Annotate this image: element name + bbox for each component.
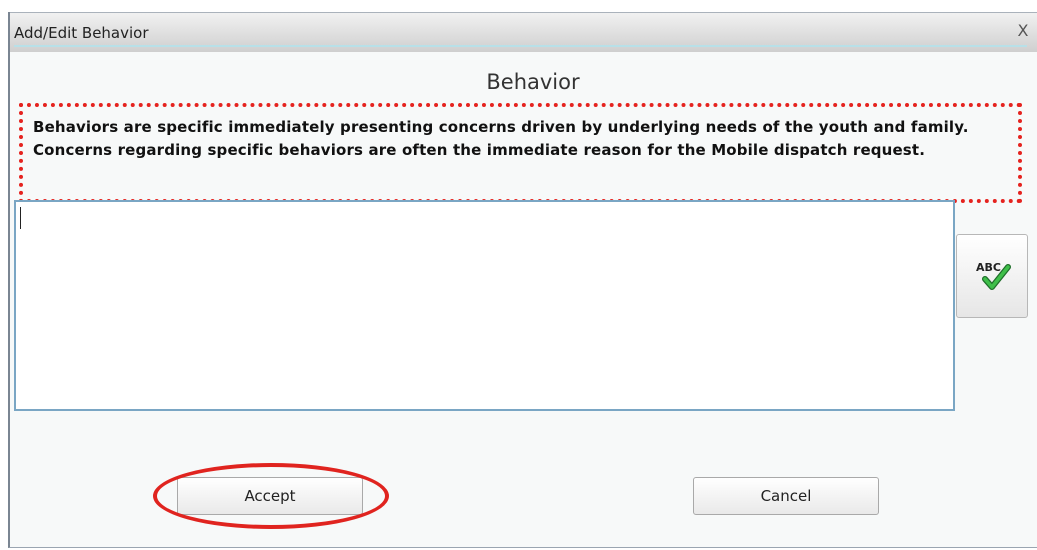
header-accent-line <box>14 45 1027 47</box>
spellcheck-button[interactable]: ABC <box>956 234 1028 318</box>
spellcheck-icon-text: ABC <box>976 261 1001 274</box>
text-caret <box>20 207 21 229</box>
accept-annotation-ellipse <box>153 463 389 529</box>
behavior-description: Behaviors are specific immediately prese… <box>33 118 969 159</box>
section-heading: Behavior <box>486 70 580 94</box>
description-annotation-box: Behaviors are specific immediately prese… <box>19 103 1022 203</box>
dialog-title: Add/Edit Behavior <box>14 24 149 42</box>
spellcheck-icon: ABC <box>976 261 1011 290</box>
close-icon[interactable]: X <box>1015 23 1031 39</box>
cancel-button[interactable]: Cancel <box>693 477 879 515</box>
behavior-textarea[interactable] <box>14 200 955 411</box>
